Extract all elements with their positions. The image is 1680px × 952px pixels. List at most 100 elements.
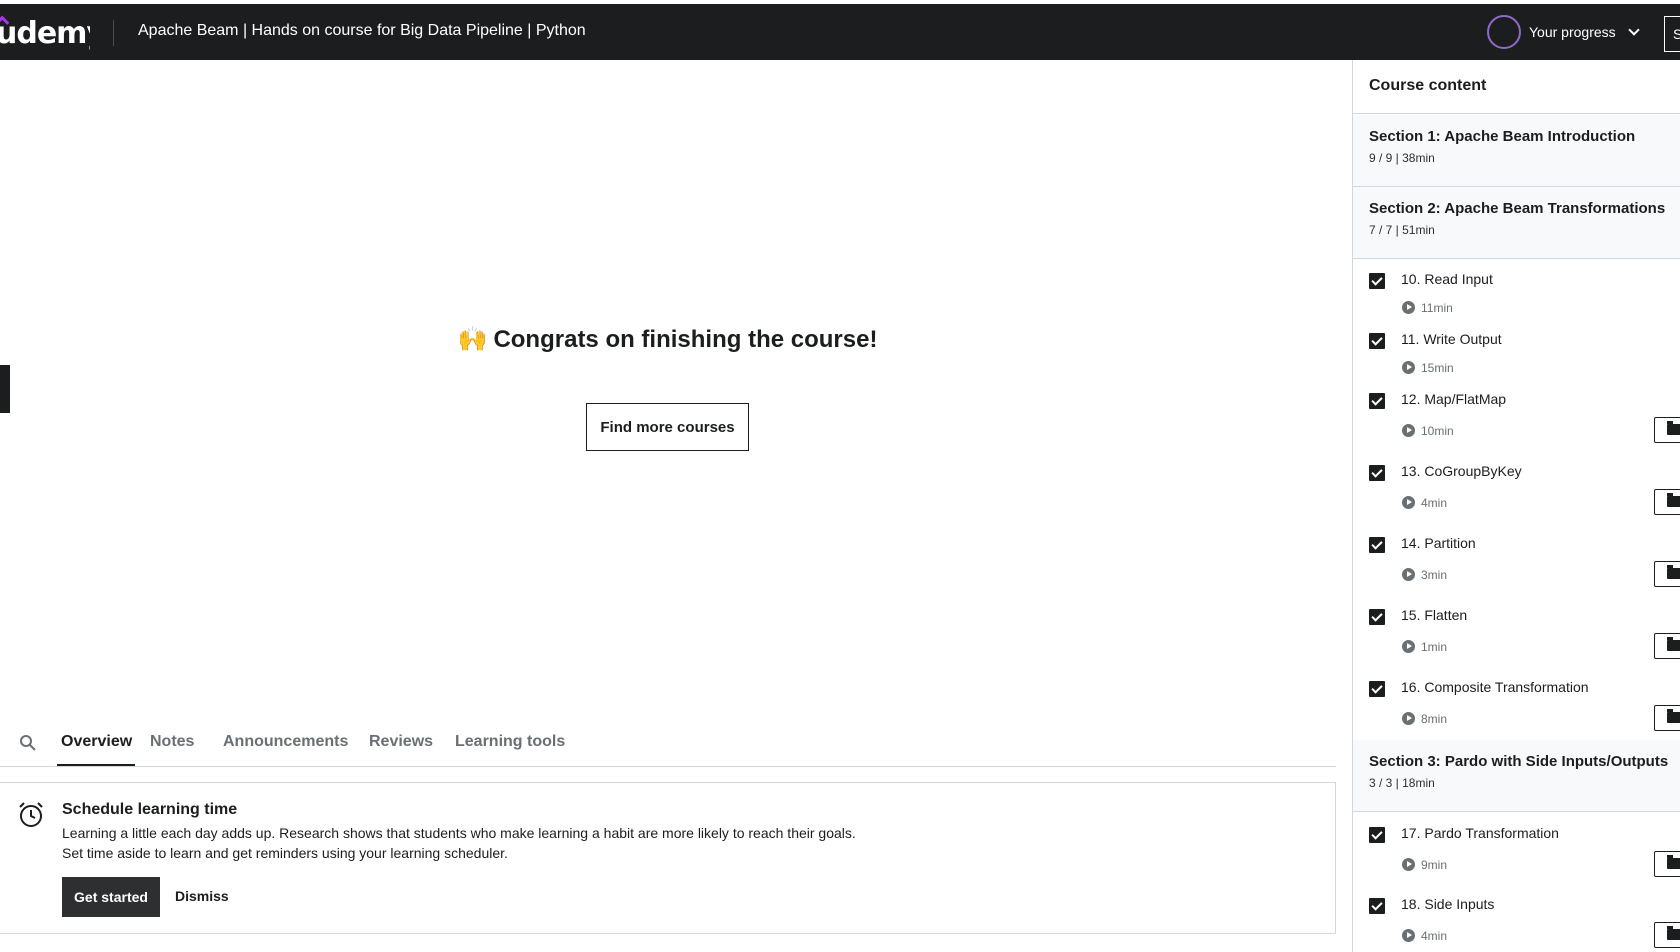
progress-ring-icon [1487,15,1521,49]
folder-icon [1667,421,1680,435]
resources-button[interactable] [1654,417,1680,443]
lecture-title: 18. Side Inputs [1401,896,1495,912]
section-title: Section 1: Apache Beam Introduction [1369,128,1636,145]
course-tabs: Overview Notes Announcements Reviews Lea… [0,720,1336,767]
resources-button[interactable] [1654,851,1680,877]
folder-icon [1667,493,1680,507]
card-description-line2: Set time aside to learn and get reminder… [62,845,508,861]
find-more-courses-button[interactable]: Find more courses [586,403,749,451]
section-meta: 7 / 7 | 51min [1369,223,1435,237]
resources-button[interactable] [1654,922,1680,948]
share-button[interactable]: S [1664,16,1680,52]
play-circle-icon [1402,424,1415,437]
play-circle-icon [1402,496,1415,509]
lecture-duration: 10min [1421,424,1454,438]
sidebar-toggle-handle[interactable] [0,365,10,413]
section-title: Section 3: Pardo with Side Inputs/Output… [1369,753,1669,770]
header-divider [113,20,114,46]
folder-icon [1667,926,1680,940]
udemy-logo[interactable]: udemy [0,12,90,52]
resources-button[interactable] [1654,633,1680,659]
search-icon[interactable] [18,733,38,753]
resources-button[interactable] [1654,705,1680,731]
lecture-item[interactable]: 12. Map/FlatMap 10min [1353,391,1680,461]
congrats-text: Congrats on finishing the course! [493,326,878,353]
lecture-duration: 1min [1421,640,1448,654]
completed-checkbox[interactable] [1369,273,1385,289]
lecture-item[interactable]: 11. Write Output 15min [1353,331,1680,389]
header-bar: udemy Apache Beam | Hands on course for … [0,4,1680,60]
tab-reviews[interactable]: Reviews [369,733,433,751]
lecture-item[interactable]: 18. Side Inputs 4min [1353,896,1680,952]
completed-checkbox[interactable] [1369,609,1385,625]
lecture-duration: 15min [1421,361,1454,375]
tab-notes[interactable]: Notes [150,733,194,751]
play-circle-icon [1402,858,1415,871]
logo-text: udemy [0,16,90,51]
your-progress-button[interactable]: Your progress [1487,12,1642,52]
folder-icon [1667,709,1680,723]
lecture-title: 17. Pardo Transformation [1401,825,1559,841]
course-title[interactable]: Apache Beam | Hands on course for Big Da… [138,22,586,40]
play-circle-icon [1402,929,1415,942]
completed-checkbox[interactable] [1369,827,1385,843]
lecture-item[interactable]: 14. Partition 3min [1353,535,1680,605]
lecture-duration: 8min [1421,712,1448,726]
folder-icon [1667,637,1680,651]
section-meta: 9 / 9 | 38min [1369,151,1435,165]
tab-overview[interactable]: Overview [61,733,132,751]
play-circle-icon [1402,640,1415,653]
congrats-heading: 🙌 Congrats on finishing the course! [0,325,1335,354]
section-header[interactable]: Section 2: Apache Beam Transformations 7… [1353,187,1680,259]
course-content-title: Course content [1353,60,1680,114]
lecture-duration: 4min [1421,929,1448,943]
chevron-down-icon [1627,24,1640,36]
lecture-duration: 11min [1421,301,1453,315]
alarm-clock-icon [19,802,43,827]
section-header[interactable]: Section 1: Apache Beam Introduction 9 / … [1353,115,1680,187]
section-header[interactable]: Section 3: Pardo with Side Inputs/Output… [1353,740,1680,812]
resources-button[interactable] [1654,561,1680,587]
lecture-duration: 9min [1421,858,1448,872]
lecture-title: 12. Map/FlatMap [1401,391,1507,407]
completed-checkbox[interactable] [1369,898,1385,914]
resources-button[interactable] [1654,489,1680,515]
completed-checkbox[interactable] [1369,537,1385,553]
lecture-title: 15. Flatten [1401,607,1468,623]
lecture-title: 10. Read Input [1401,271,1493,287]
completed-checkbox[interactable] [1369,393,1385,409]
lecture-item[interactable]: 16. Composite Transformation 8min [1353,679,1680,749]
active-tab-indicator [57,764,135,766]
lecture-title: 13. CoGroupByKey [1401,463,1522,479]
raising-hands-icon: 🙌 [457,326,488,353]
schedule-learning-card: Schedule learning time Learning a little… [0,782,1336,934]
lecture-item[interactable]: 13. CoGroupByKey 4min [1353,463,1680,533]
completed-checkbox[interactable] [1369,465,1385,481]
lecture-item[interactable]: 17. Pardo Transformation 9min [1353,825,1680,895]
dismiss-button[interactable]: Dismiss [175,888,229,904]
tab-announcements[interactable]: Announcements [223,733,348,751]
lecture-duration: 4min [1421,496,1448,510]
completed-checkbox[interactable] [1369,681,1385,697]
card-title: Schedule learning time [62,801,238,818]
folder-icon [1667,565,1680,579]
play-circle-icon [1402,361,1415,374]
course-content-sidebar: Course content Section 1: Apache Beam In… [1352,60,1680,952]
play-circle-icon [1402,568,1415,581]
lecture-item[interactable]: 15. Flatten 1min [1353,607,1680,677]
lecture-duration: 3min [1421,568,1448,582]
completed-checkbox[interactable] [1369,333,1385,349]
tab-learning-tools[interactable]: Learning tools [455,733,565,751]
play-circle-icon [1402,301,1415,314]
section-title: Section 2: Apache Beam Transformations [1369,200,1666,217]
get-started-button[interactable]: Get started [62,877,160,917]
card-description-line1: Learning a little each day adds up. Rese… [62,825,856,841]
course-player: 🙌 Congrats on finishing the course! Find … [0,60,1353,720]
section-meta: 3 / 3 | 18min [1369,776,1435,790]
lecture-item[interactable]: 10. Read Input 11min [1353,271,1680,329]
folder-icon [1667,855,1680,869]
play-circle-icon [1402,712,1415,725]
lecture-title: 14. Partition [1401,535,1476,551]
progress-label: Your progress [1529,24,1616,40]
lecture-title: 16. Composite Transformation [1401,679,1589,695]
